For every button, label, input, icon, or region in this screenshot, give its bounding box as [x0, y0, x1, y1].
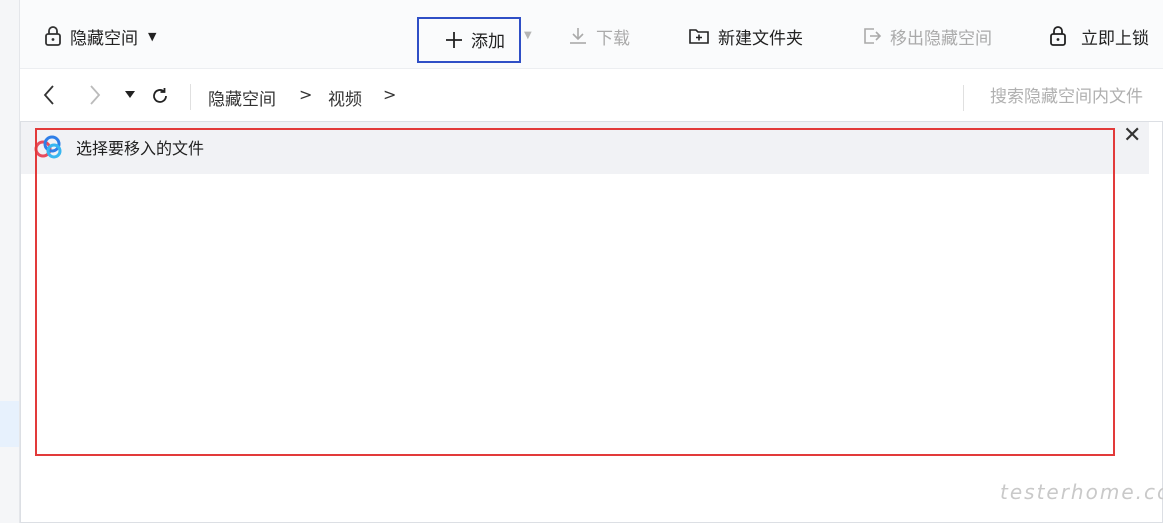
add-label: 添加	[471, 32, 505, 52]
select-files-dialog: 选择要移入的文件 ✕	[20, 121, 1163, 523]
hidden-space-dropdown[interactable]: 隐藏空间 ▼	[44, 22, 156, 50]
add-dropdown-arrow-icon[interactable]: ▼	[524, 30, 532, 41]
baidu-netdisk-logo-icon	[34, 135, 62, 159]
back-icon[interactable]	[42, 83, 56, 107]
chevron-down-icon: ▼	[148, 29, 157, 43]
dialog-header: 选择要移入的文件	[21, 122, 1149, 174]
add-button[interactable]: 添加	[417, 17, 521, 63]
lock-icon	[45, 26, 61, 46]
download-label: 下载	[596, 28, 630, 49]
move-out-icon	[864, 28, 882, 44]
move-out-label: 移出隐藏空间	[890, 28, 992, 49]
lock-now-button[interactable]: 立即上锁	[1049, 22, 1149, 50]
download-button[interactable]: 下载	[568, 22, 630, 50]
download-icon	[570, 28, 586, 44]
breadcrumb-videos[interactable]: 视频	[328, 85, 362, 110]
breadcrumb-separator: >	[383, 85, 397, 104]
file-list-area[interactable]	[21, 174, 1149, 522]
navigation-bar: 隐藏空间 > 视频 > 搜索隐藏空间内文件	[20, 69, 1163, 122]
new-folder-label: 新建文件夹	[718, 28, 803, 49]
search-placeholder: 搜索隐藏空间内文件	[990, 87, 1143, 107]
lock-icon	[1050, 26, 1066, 46]
breadcrumb-hidden-space[interactable]: 隐藏空间	[208, 85, 276, 110]
sidebar-selected-item[interactable]	[0, 401, 19, 447]
lock-now-label: 立即上锁	[1081, 28, 1149, 49]
left-sidebar-strip	[0, 0, 20, 523]
new-folder-button[interactable]: 新建文件夹	[688, 22, 803, 50]
history-dropdown-icon[interactable]	[125, 91, 135, 99]
breadcrumb-separator: >	[299, 85, 313, 104]
toolbar: 隐藏空间 ▼ 添加 ▼ 下载 新建文件夹 移出隐藏空间 立即上锁	[20, 0, 1163, 69]
close-icon[interactable]: ✕	[1123, 124, 1141, 148]
move-out-button[interactable]: 移出隐藏空间	[862, 22, 992, 50]
new-folder-icon	[689, 29, 709, 44]
dialog-title: 选择要移入的文件	[76, 139, 205, 158]
hidden-space-label: 隐藏空间	[70, 28, 138, 49]
nav-divider	[190, 84, 191, 110]
search-input[interactable]: 搜索隐藏空间内文件	[963, 85, 1163, 111]
watermark: testerhome.com	[1000, 480, 1163, 504]
plus-icon	[446, 31, 462, 48]
refresh-icon[interactable]	[150, 86, 170, 106]
forward-icon[interactable]	[88, 83, 102, 107]
